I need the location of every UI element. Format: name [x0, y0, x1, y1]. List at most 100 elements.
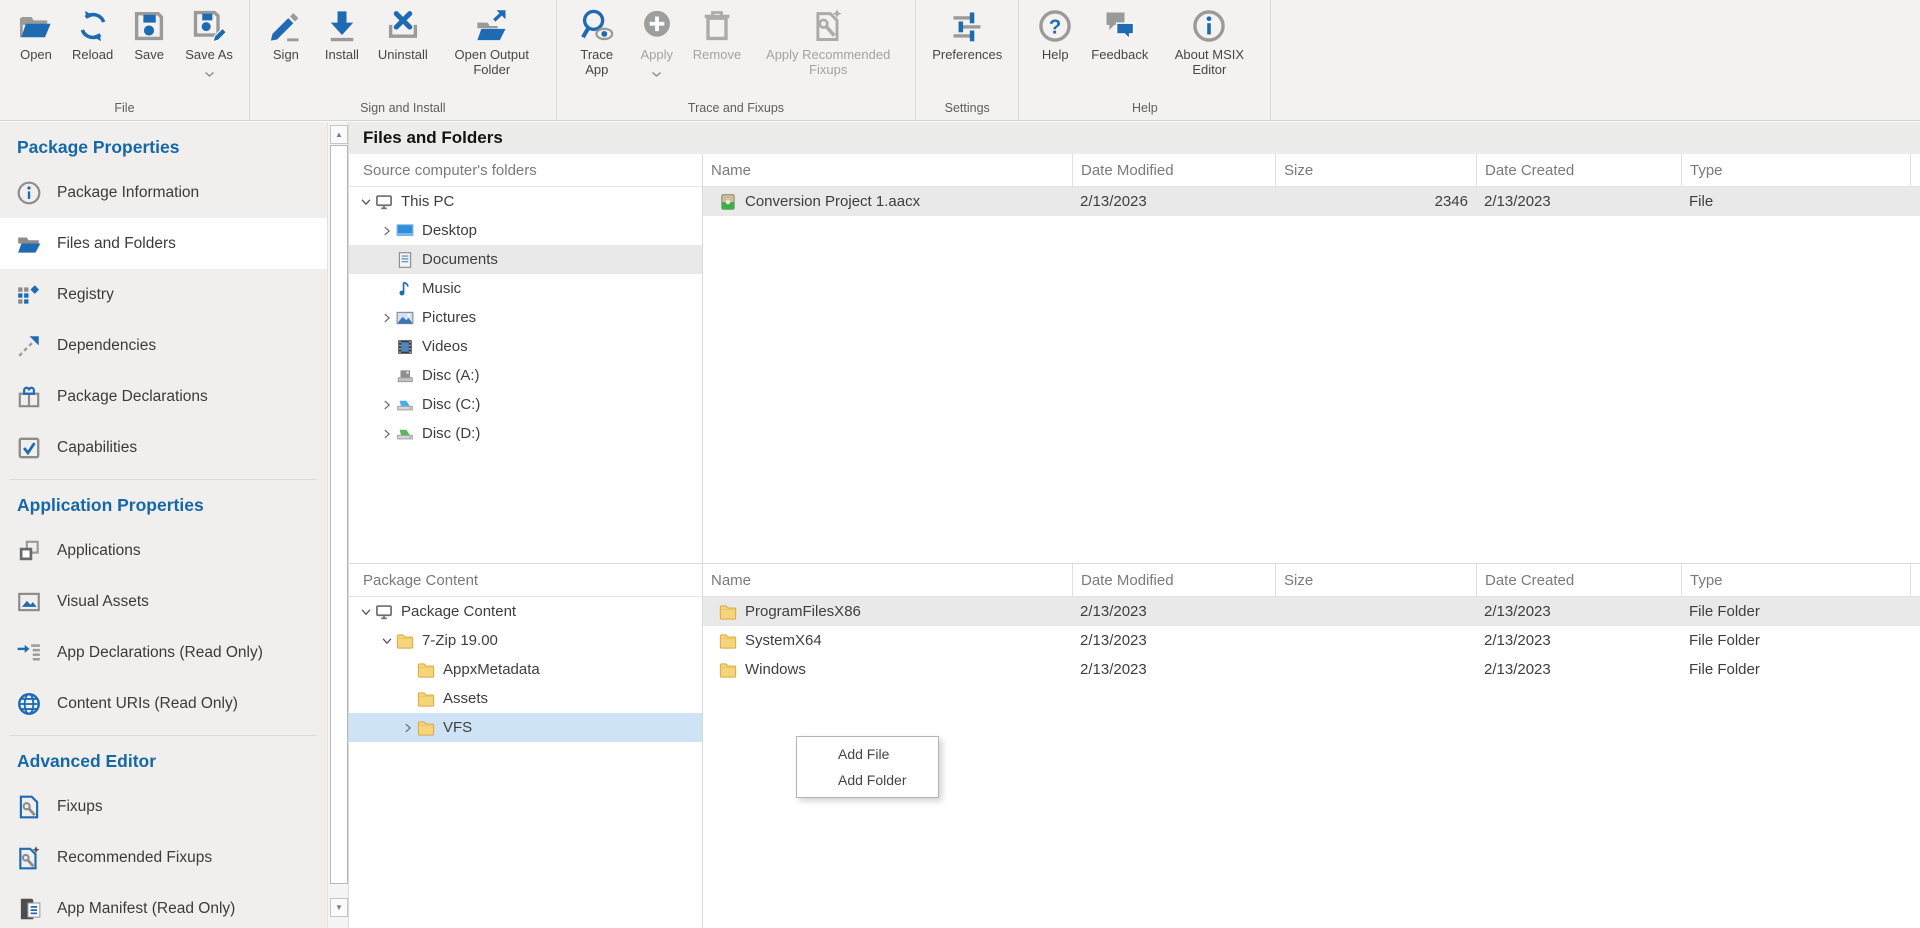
open-output-folder-icon — [474, 8, 510, 44]
chevron-spacer — [378, 338, 396, 356]
sidebar-item-registry[interactable]: Registry — [0, 269, 327, 320]
remove-label: Remove — [693, 48, 741, 63]
disk-drive-d-icon — [396, 425, 414, 443]
tree-item-desktop[interactable]: Desktop — [349, 216, 702, 245]
save-button[interactable]: Save — [121, 2, 177, 65]
tree-item-vfs[interactable]: VFS — [349, 713, 702, 742]
feedback-label: Feedback — [1091, 48, 1148, 63]
sidebar-item-label: App Declarations (Read Only) — [57, 644, 263, 662]
save-as-button[interactable]: Save As — [177, 2, 241, 85]
tree-item-label: 7-Zip 19.00 — [422, 632, 498, 649]
tree-item-package-content[interactable]: Package Content — [349, 597, 702, 626]
tree-item-documents[interactable]: Documents — [349, 245, 702, 274]
column-header-date-created[interactable]: Date Created — [1476, 564, 1681, 597]
remove-button[interactable]: Remove — [685, 2, 749, 65]
scroll-down-icon[interactable]: ▼ — [330, 898, 348, 917]
sidebar-item-files-and-folders[interactable]: Files and Folders — [0, 218, 327, 269]
folder-icon — [719, 661, 737, 679]
sign-label: Sign — [273, 48, 299, 63]
tree-item-label: Assets — [443, 690, 488, 707]
tree-item-appxmetadata[interactable]: AppxMetadata — [349, 655, 702, 684]
tree-item-videos[interactable]: Videos — [349, 332, 702, 361]
context-menu-item-add-file[interactable]: Add File — [797, 741, 938, 767]
help-button[interactable]: ?Help — [1027, 2, 1083, 65]
column-header-type[interactable]: Type — [1681, 564, 1911, 597]
sidebar-item-content-uris-read-only[interactable]: Content URIs (Read Only) — [0, 678, 327, 729]
trace-app-icon — [579, 8, 615, 44]
file-row-systemx64[interactable]: SystemX642/13/20232/13/2023File Folder — [703, 626, 1920, 655]
open-output-folder-button[interactable]: Open Output Folder — [436, 2, 548, 80]
column-header-size[interactable]: Size — [1275, 154, 1476, 187]
trace-app-button[interactable]: Trace App — [565, 2, 629, 80]
file-row-conversion-project-1-aacx[interactable]: Conversion Project 1.aacx2/13/202323462/… — [703, 187, 1920, 216]
ribbon-group-label: File — [8, 99, 241, 120]
folder-icon — [719, 603, 737, 621]
tree-item-label: Disc (D:) — [422, 425, 480, 442]
tree-item-label: Disc (C:) — [422, 396, 480, 413]
sidebar-section-title: Package Properties — [0, 122, 327, 167]
file-row-windows[interactable]: Windows2/13/20232/13/2023File Folder — [703, 655, 1920, 684]
sign-button[interactable]: Sign — [258, 2, 314, 65]
tree-item-this-pc[interactable]: This PC — [349, 187, 702, 216]
feedback-icon — [1102, 8, 1138, 44]
column-header-name[interactable]: Name — [703, 564, 1072, 597]
remove-icon — [699, 8, 735, 44]
sidebar-item-applications[interactable]: Applications — [0, 525, 327, 576]
sidebar-item-label: Visual Assets — [57, 593, 149, 611]
scrollbar-thumb[interactable] — [330, 145, 348, 884]
chevron-down-icon — [204, 65, 215, 83]
column-header-date-modified[interactable]: Date Modified — [1072, 564, 1275, 597]
folder-icon — [417, 719, 435, 737]
disk-drive-c-icon — [396, 396, 414, 414]
open-button[interactable]: Open — [8, 2, 64, 65]
file-date-modified: 2/13/2023 — [1072, 661, 1275, 678]
sidebar-item-package-information[interactable]: Package Information — [0, 167, 327, 218]
sidebar-item-fixups[interactable]: Fixups — [0, 781, 327, 832]
install-button[interactable]: Install — [314, 2, 370, 65]
column-header-type[interactable]: Type — [1681, 154, 1911, 187]
sidebar-item-app-manifest-read-only[interactable]: App Manifest (Read Only) — [0, 883, 327, 928]
sidebar-item-recommended-fixups[interactable]: Recommended Fixups — [0, 832, 327, 883]
tree-item-music[interactable]: Music — [349, 274, 702, 303]
tree-item-7-zip-19-00[interactable]: 7-Zip 19.00 — [349, 626, 702, 655]
sidebar-item-app-declarations-read-only[interactable]: App Declarations (Read Only) — [0, 627, 327, 678]
app-manifest-icon — [16, 896, 42, 922]
tree-item-pictures[interactable]: Pictures — [349, 303, 702, 332]
about-msix-editor-button[interactable]: About MSIX Editor — [1156, 2, 1262, 80]
package-declarations-icon — [16, 384, 42, 410]
uninstall-label: Uninstall — [378, 48, 428, 63]
ribbon-group-label: Trace and Fixups — [565, 99, 907, 120]
column-header-name[interactable]: Name — [703, 154, 1072, 187]
sidebar-item-label: Recommended Fixups — [57, 849, 212, 867]
content-uris-icon — [16, 691, 42, 717]
desktop-icon — [396, 222, 414, 240]
sidebar-item-label: Applications — [57, 542, 141, 560]
recommended-fixups-icon — [16, 845, 42, 871]
tree-item-assets[interactable]: Assets — [349, 684, 702, 713]
reload-button[interactable]: Reload — [64, 2, 121, 65]
uninstall-button[interactable]: Uninstall — [370, 2, 436, 65]
column-header-size[interactable]: Size — [1275, 564, 1476, 597]
sidebar-scrollbar[interactable]: ▲ ▼ — [327, 122, 348, 928]
feedback-button[interactable]: Feedback — [1083, 2, 1156, 65]
sidebar-section-title: Advanced Editor — [0, 736, 327, 781]
apply-recommended-fixups-button[interactable]: Apply Recommended Fixups — [749, 2, 907, 80]
scroll-up-icon[interactable]: ▲ — [330, 125, 348, 144]
file-name: ProgramFilesX86 — [745, 603, 861, 620]
column-header-date-modified[interactable]: Date Modified — [1072, 154, 1275, 187]
tree-item-disc-d[interactable]: Disc (D:) — [349, 419, 702, 448]
preferences-button[interactable]: Preferences — [924, 2, 1010, 65]
file-type: File Folder — [1681, 661, 1911, 678]
sidebar-item-package-declarations[interactable]: Package Declarations — [0, 371, 327, 422]
sidebar-item-capabilities[interactable]: Capabilities — [0, 422, 327, 473]
sidebar-item-visual-assets[interactable]: Visual Assets — [0, 576, 327, 627]
sidebar-item-dependencies[interactable]: Dependencies — [0, 320, 327, 371]
file-row-programfilesx86[interactable]: ProgramFilesX862/13/20232/13/2023File Fo… — [703, 597, 1920, 626]
tree-item-disc-c[interactable]: Disc (C:) — [349, 390, 702, 419]
context-menu-item-add-folder[interactable]: Add Folder — [797, 767, 938, 793]
apply-button[interactable]: Apply — [629, 2, 685, 85]
sidebar-section-title: Application Properties — [0, 480, 327, 525]
column-header-date-created[interactable]: Date Created — [1476, 154, 1681, 187]
tree-item-disc-a[interactable]: Disc (A:) — [349, 361, 702, 390]
uninstall-icon — [385, 8, 421, 44]
